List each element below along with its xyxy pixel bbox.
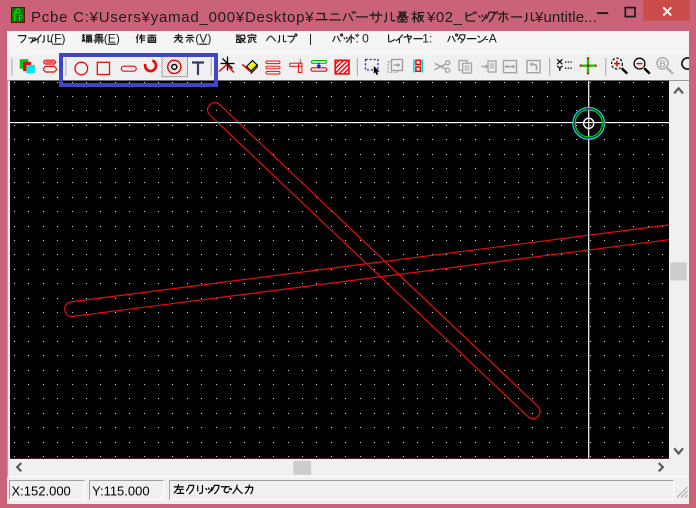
svg-text:Y:115.000: Y:115.000 [92, 483, 150, 498]
svg-text:X:152.000: X:152.000 [12, 483, 71, 498]
